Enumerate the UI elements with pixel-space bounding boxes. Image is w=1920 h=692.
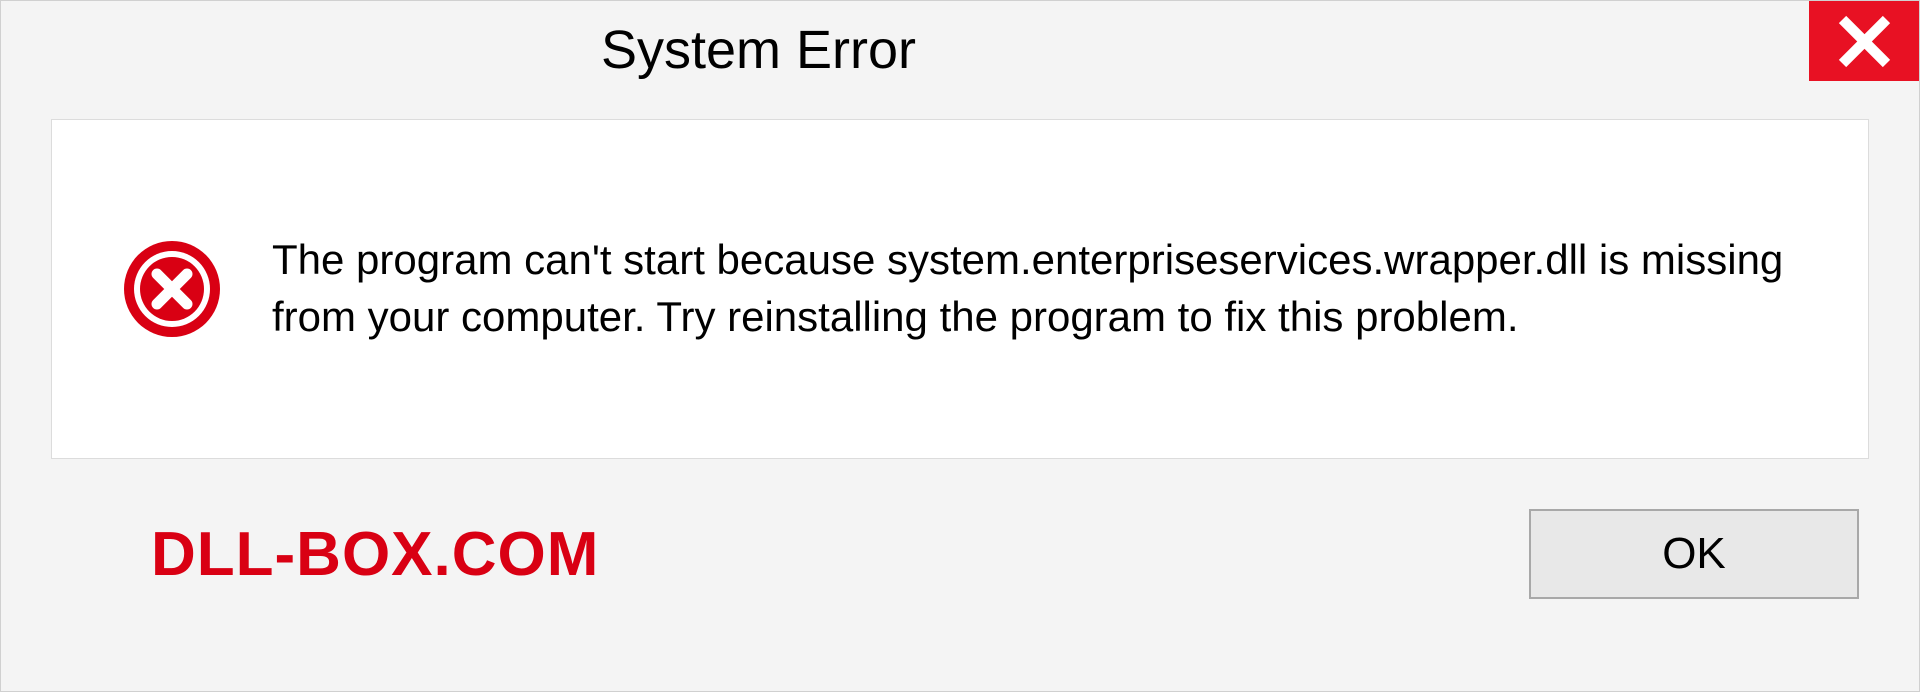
- watermark-text: DLL-BOX.COM: [151, 519, 599, 590]
- close-button[interactable]: [1809, 1, 1919, 81]
- footer-area: DLL-BOX.COM OK: [1, 459, 1919, 599]
- ok-button[interactable]: OK: [1529, 509, 1859, 599]
- close-icon: [1837, 14, 1892, 69]
- ok-button-label: OK: [1662, 529, 1726, 579]
- title-bar: System Error: [1, 1, 1919, 99]
- content-area: The program can't start because system.e…: [51, 119, 1869, 459]
- error-message: The program can't start because system.e…: [272, 232, 1808, 345]
- dialog-title: System Error: [601, 19, 916, 81]
- error-icon: [122, 239, 222, 339]
- error-dialog: System Error The program can't start bec…: [0, 0, 1920, 692]
